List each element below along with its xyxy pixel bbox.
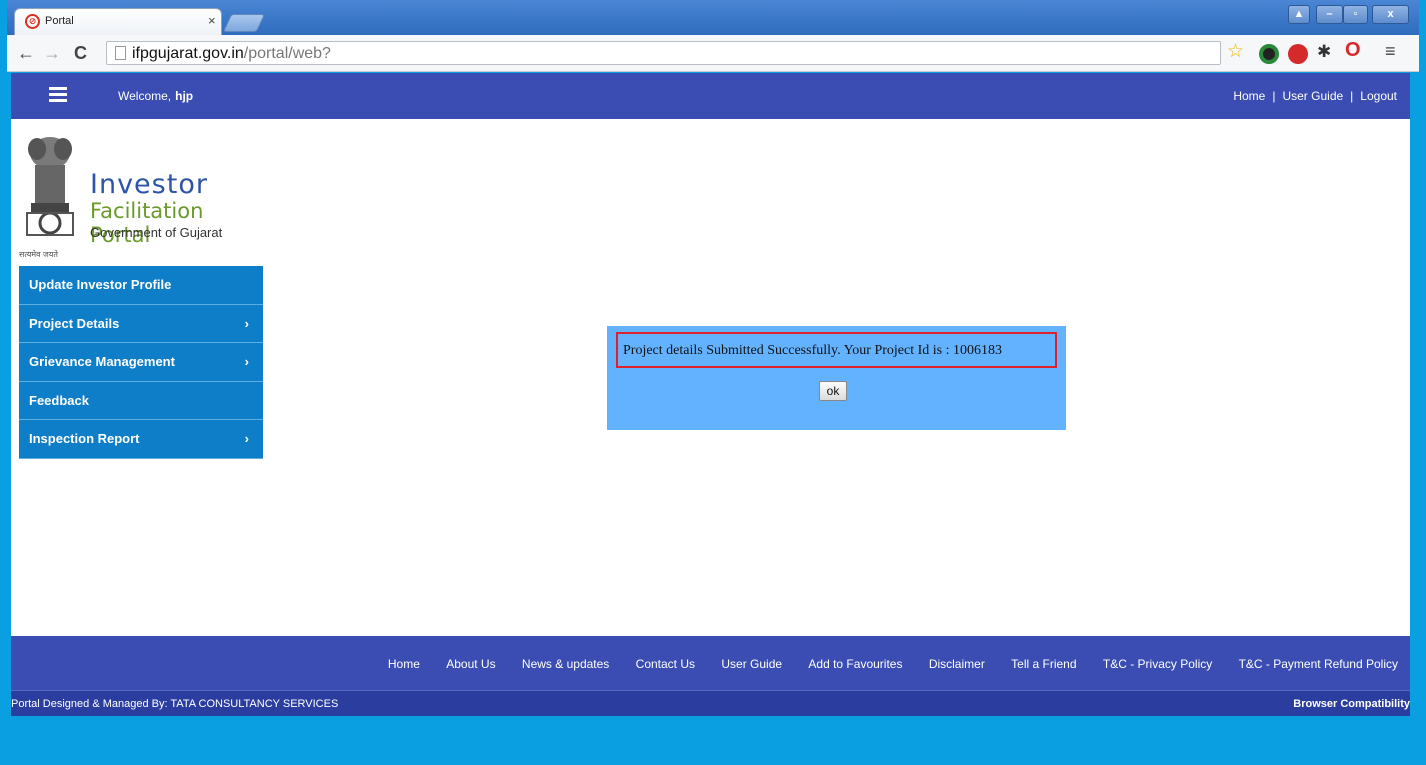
opera-extension-icon[interactable]: O bbox=[1345, 40, 1361, 60]
chevron-right-icon: › bbox=[244, 431, 249, 446]
message-highlight: Project details Submitted Successfully. … bbox=[616, 332, 1057, 368]
tab-title: Portal bbox=[45, 15, 74, 27]
browser-toolbar: ← → C ifpgujarat.gov.in/portal/web? ☆ ✱ … bbox=[7, 35, 1419, 72]
forward-arrow-icon[interactable]: → bbox=[43, 44, 61, 62]
bookmark-star-icon[interactable]: ☆ bbox=[1227, 42, 1244, 61]
sidebar-item-project-details[interactable]: Project Details › bbox=[19, 304, 263, 343]
sidebar-item-label: Inspection Report bbox=[29, 431, 140, 446]
logo-motto: सत्यमेव जयते bbox=[19, 250, 58, 259]
browser-tab[interactable]: ⊘ Portal × bbox=[14, 8, 222, 35]
reload-icon[interactable]: C bbox=[74, 44, 87, 62]
chevron-right-icon: › bbox=[244, 315, 249, 331]
sidebar-item-inspection-report[interactable]: Inspection Report › bbox=[19, 420, 263, 459]
sidebar-item-label: Project Details bbox=[29, 315, 120, 331]
footer-link-contact-us[interactable]: Contact Us bbox=[636, 657, 695, 671]
logo-title: Investor bbox=[90, 169, 208, 200]
sidebar-item-label: Update Investor Profile bbox=[29, 277, 172, 292]
restore-button[interactable]: ▫ bbox=[1343, 5, 1368, 24]
url-text: ifpgujarat.gov.in/portal/web? bbox=[132, 45, 331, 62]
footer-link-add-to-favourites[interactable]: Add to Favourites bbox=[808, 657, 902, 671]
hamburger-menu-icon[interactable] bbox=[49, 87, 67, 102]
success-message: Project details Submitted Successfully. … bbox=[623, 343, 1003, 358]
menu-icon[interactable]: ≡ bbox=[1385, 42, 1396, 60]
sub-footer: Portal Designed & Managed By: TATA CONSU… bbox=[11, 690, 1410, 716]
footer-link-refund-policy[interactable]: T&C - Payment Refund Policy bbox=[1239, 657, 1398, 671]
success-dialog: Project details Submitted Successfully. … bbox=[607, 326, 1066, 430]
header-link-logout[interactable]: Logout bbox=[1360, 89, 1397, 103]
footer-link-tell-a-friend[interactable]: Tell a Friend bbox=[1011, 657, 1076, 671]
tab-close-icon[interactable]: × bbox=[208, 13, 216, 28]
sidebar-item-label: Feedback bbox=[29, 392, 89, 408]
footer-link-user-guide[interactable]: User Guide bbox=[721, 657, 782, 671]
sidebar-item-feedback[interactable]: Feedback bbox=[19, 381, 263, 420]
page-icon bbox=[115, 46, 126, 60]
puzzle-extension-icon[interactable]: ✱ bbox=[1317, 43, 1331, 61]
minimize-button[interactable]: – bbox=[1316, 5, 1343, 24]
portal-logo[interactable]: Investor Facilitation Portal Government … bbox=[15, 127, 265, 262]
address-bar[interactable]: ifpgujarat.gov.in/portal/web? bbox=[106, 41, 1221, 65]
footer-link-news-updates[interactable]: News & updates bbox=[522, 657, 609, 671]
back-arrow-icon[interactable]: ← bbox=[17, 44, 35, 62]
footer-link-home[interactable]: Home bbox=[388, 657, 420, 671]
new-tab-button[interactable] bbox=[222, 14, 266, 32]
footer-link-disclaimer[interactable]: Disclaimer bbox=[929, 657, 985, 671]
footer-credit: Portal Designed & Managed By: TATA CONSU… bbox=[11, 698, 339, 710]
tab-strip: ⊘ Portal × ▲ – ▫ x bbox=[7, 0, 1419, 35]
footer-link-about-us[interactable]: About Us bbox=[446, 657, 495, 671]
portal-header: Welcome, hjp Home | User Guide | Logout bbox=[11, 73, 1410, 119]
portal-favicon-icon: ⊘ bbox=[25, 14, 40, 29]
header-link-home[interactable]: Home bbox=[1233, 89, 1265, 103]
sidebar-menu: Update Investor Profile Project Details … bbox=[19, 266, 263, 459]
close-window-button[interactable]: x bbox=[1372, 5, 1409, 24]
sidebar-item-grievance-management[interactable]: Grievance Management › bbox=[19, 343, 263, 382]
welcome-text: Welcome, hjp bbox=[118, 89, 194, 103]
ashoka-emblem-icon bbox=[26, 137, 74, 236]
ok-button[interactable]: ok bbox=[819, 381, 847, 401]
adblock-icon[interactable] bbox=[1288, 44, 1308, 64]
footer-links: Home About Us News & updates Contact Us … bbox=[365, 657, 1398, 671]
chevron-right-icon: › bbox=[244, 354, 249, 369]
username: hjp bbox=[175, 89, 194, 103]
browser-compatibility-link[interactable]: Browser Compatibility bbox=[1293, 698, 1410, 710]
logo-government: Government of Gujarat bbox=[90, 225, 223, 240]
header-links: Home | User Guide | Logout bbox=[1233, 89, 1397, 103]
sidebar-item-update-investor-profile[interactable]: Update Investor Profile bbox=[19, 266, 263, 305]
footer-link-privacy-policy[interactable]: T&C - Privacy Policy bbox=[1103, 657, 1212, 671]
header-link-user-guide[interactable]: User Guide bbox=[1282, 89, 1343, 103]
portal-footer: Home About Us News & updates Contact Us … bbox=[11, 636, 1410, 690]
extension-dark-icon[interactable] bbox=[1259, 44, 1279, 64]
sidebar-item-label: Grievance Management bbox=[29, 354, 175, 369]
user-icon[interactable]: ▲ bbox=[1288, 5, 1310, 24]
